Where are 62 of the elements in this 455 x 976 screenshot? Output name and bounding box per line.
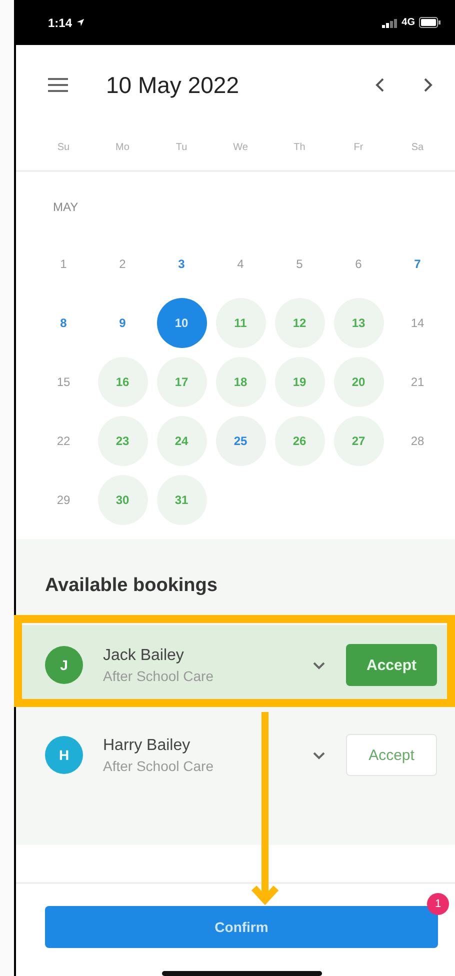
- calendar-day[interactable]: 28: [392, 416, 442, 466]
- calendar-day[interactable]: 13: [334, 298, 384, 348]
- status-time: 1:14: [48, 16, 72, 30]
- weekday-label: Sa: [410, 142, 425, 153]
- child-name: Harry Bailey: [103, 736, 192, 754]
- avatar: J: [45, 646, 83, 684]
- calendar-day[interactable]: 18: [216, 356, 266, 406]
- service-name: After School Care: [103, 668, 214, 684]
- weekday-label: Fr: [352, 142, 364, 153]
- battery-icon: [419, 17, 441, 28]
- calendar-day[interactable]: 7: [392, 238, 442, 288]
- weekday-label: Th: [292, 142, 306, 153]
- weekday-label: Mo: [114, 142, 130, 153]
- calendar-day[interactable]: 5: [274, 238, 324, 288]
- child-name: Jack Bailey: [103, 646, 185, 664]
- calendar-day[interactable]: 16: [98, 356, 148, 406]
- confirm-button[interactable]: Confirm: [45, 906, 438, 948]
- calendar-day[interactable]: 22: [38, 416, 88, 466]
- calendar-day[interactable]: 2: [98, 238, 148, 288]
- chevron-down-icon[interactable]: [312, 750, 326, 760]
- calendar-day[interactable]: 12: [274, 298, 324, 348]
- accept-button[interactable]: Accept: [346, 734, 437, 776]
- avatar: H: [45, 736, 83, 774]
- notification-badge: 1: [427, 893, 449, 915]
- calendar-day[interactable]: 23: [98, 416, 148, 466]
- calendar-day[interactable]: 6: [334, 238, 384, 288]
- calendar-day[interactable]: 8: [38, 298, 88, 348]
- calendar-day[interactable]: 25: [216, 416, 266, 466]
- weekday-label: Tu: [174, 142, 188, 153]
- calendar-day[interactable]: 31: [156, 474, 206, 524]
- menu-icon: [48, 78, 68, 92]
- weekday-label: We: [232, 142, 249, 153]
- calendar-day[interactable]: 4: [216, 238, 266, 288]
- calendar-day[interactable]: 30: [98, 474, 148, 524]
- service-name: After School Care: [103, 758, 214, 774]
- calendar-day[interactable]: 14: [392, 298, 442, 348]
- signal-icon: [382, 18, 398, 28]
- calendar-day[interactable]: 17: [156, 356, 206, 406]
- calendar-day[interactable]: 26: [274, 416, 324, 466]
- calendar-day[interactable]: 3: [156, 238, 206, 288]
- booking-row[interactable]: H Harry Bailey After School Care Accept: [16, 715, 455, 795]
- calendar-day[interactable]: 9: [98, 298, 148, 348]
- location-arrow-icon: [76, 18, 86, 27]
- calendar-day[interactable]: 11: [216, 298, 266, 348]
- calendar-day[interactable]: 24: [156, 416, 206, 466]
- calendar-day[interactable]: 21: [392, 356, 442, 406]
- calendar-day[interactable]: 15: [38, 356, 88, 406]
- calendar-day[interactable]: 10: [156, 298, 206, 348]
- calendar-day[interactable]: 19: [274, 356, 324, 406]
- month-label: MAY: [53, 200, 80, 214]
- calendar-day[interactable]: 1: [38, 238, 88, 288]
- accept-button[interactable]: Accept: [346, 644, 437, 686]
- calendar-day[interactable]: 27: [334, 416, 384, 466]
- calendar-day[interactable]: 29: [38, 474, 88, 524]
- network-label: 4G: [402, 17, 415, 28]
- chevron-down-icon[interactable]: [312, 660, 326, 670]
- calendar-day[interactable]: 20: [334, 356, 384, 406]
- date-title: 10 May 2022: [106, 72, 240, 98]
- chevron-right-icon: [423, 77, 433, 93]
- weekday-label: Su: [56, 142, 71, 153]
- section-title: Available bookings: [45, 575, 218, 597]
- chevron-left-icon: [375, 77, 385, 93]
